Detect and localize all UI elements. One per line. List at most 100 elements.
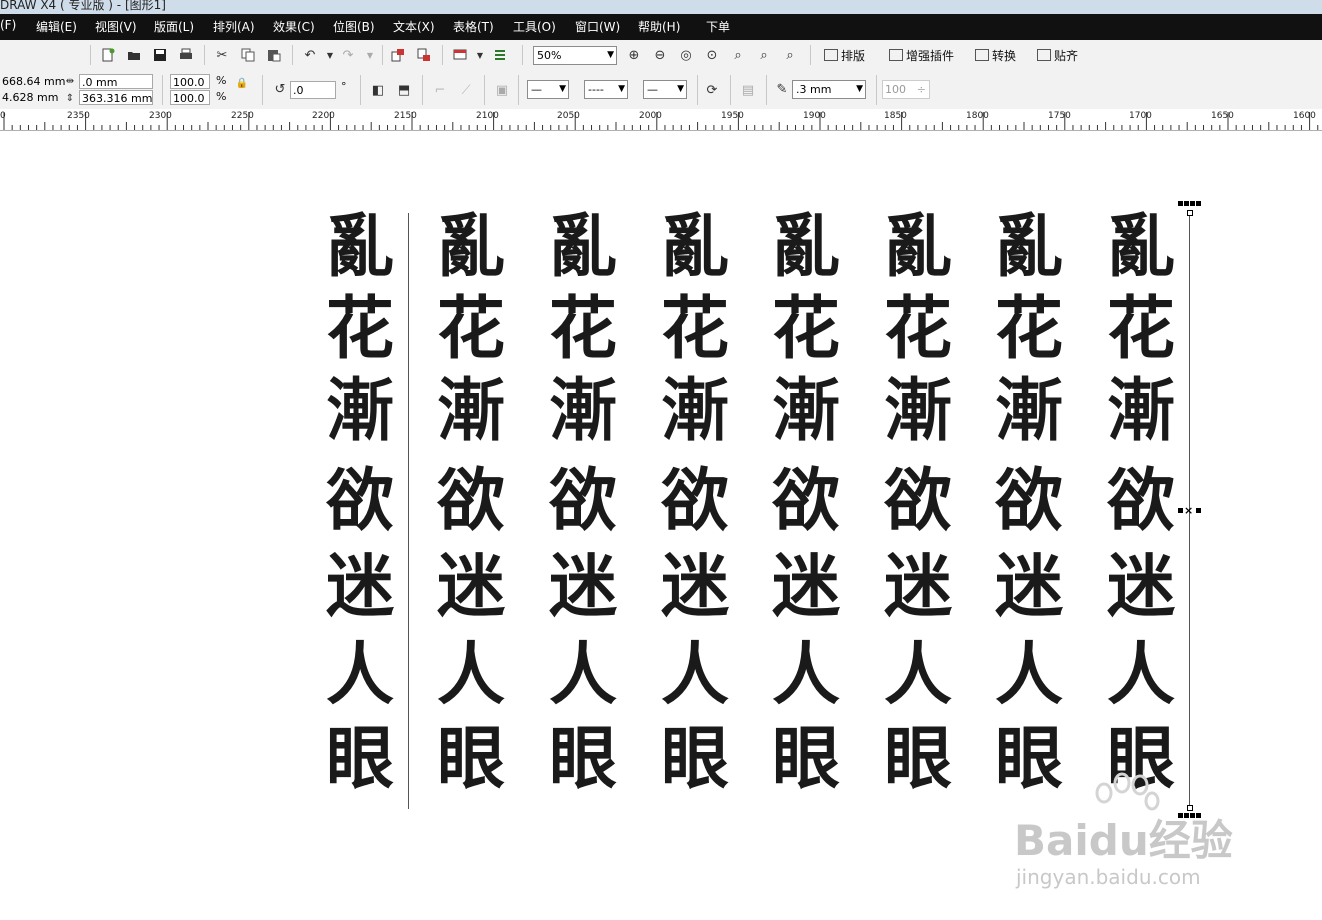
menu-view[interactable]: 视图(V) (95, 18, 137, 35)
plugin-button-layout[interactable]: 排版 (824, 47, 865, 64)
zoom-in-icon[interactable]: ⊕ (626, 47, 642, 63)
separator (204, 45, 205, 65)
vertical-line[interactable] (408, 213, 409, 809)
menu-window[interactable]: 窗口(W) (575, 18, 620, 35)
calligraphy-character: 迷 (994, 547, 1063, 627)
center-x-marker-icon[interactable]: × (1184, 504, 1193, 517)
calligraphy-character: 亂 (325, 207, 394, 287)
calligraphy-character: 漸 (1106, 371, 1175, 451)
zoom-all-objects-icon[interactable]: ⊙ (704, 47, 720, 63)
calligraphy-character: 迷 (771, 547, 840, 627)
menu-bitmaps[interactable]: 位图(B) (333, 18, 375, 35)
position-y-field[interactable]: 4.628 mm (0, 90, 58, 105)
undo-dropdown-icon[interactable]: ▼ (322, 47, 338, 63)
export-icon[interactable] (416, 47, 432, 63)
separator (162, 75, 163, 105)
new-document-icon[interactable] (100, 47, 116, 63)
scale-y-field[interactable]: 100.0 (170, 90, 210, 105)
selection-handle[interactable] (1196, 201, 1201, 206)
drawing-canvas[interactable]: 亂花漸欲迷人眼 亂花漸欲迷人眼 亂花漸欲迷人眼 亂花漸欲迷人眼 亂花漸欲迷人眼 亂花漸欲迷… (0, 131, 1322, 920)
line-endpoint-node[interactable] (1187, 210, 1193, 216)
connector-icon[interactable]: ⌐ (432, 82, 448, 98)
separator (876, 75, 877, 105)
welcome-screen-icon[interactable] (492, 47, 508, 63)
application-launcher-icon[interactable] (452, 47, 468, 63)
scale-x-field[interactable]: 100.0 (170, 74, 210, 89)
end-arrowhead-select[interactable]: — ▼ (643, 80, 687, 99)
selection-handle[interactable] (1178, 201, 1183, 206)
menu-tools[interactable]: 工具(O) (513, 18, 556, 35)
selection-handle[interactable] (1178, 508, 1183, 513)
calligraphy-character: 欲 (771, 461, 840, 541)
position-x-field[interactable]: 668.64 mm (0, 74, 65, 89)
calligraphy-character: 眼 (436, 719, 505, 799)
calligraphy-character: 亂 (883, 207, 952, 287)
menu-file[interactable]: (F) (0, 18, 16, 32)
calligraphy-character: 眼 (325, 719, 394, 799)
zoom-page-width-icon[interactable]: ⌕ (756, 47, 772, 63)
dash-preview: ---- (588, 83, 604, 96)
mirror-vertical-icon[interactable]: ⬒ (396, 82, 412, 98)
open-folder-icon[interactable] (126, 47, 142, 63)
redo-dropdown-icon[interactable]: ▼ (362, 47, 378, 63)
paste-icon[interactable] (266, 47, 282, 63)
calligraphy-character: 人 (994, 635, 1063, 715)
selection-handle[interactable] (1184, 201, 1189, 206)
to-front-icon[interactable]: ▤ (740, 82, 756, 98)
plugin-label: 排版 (841, 49, 866, 63)
zoom-page-height-icon[interactable]: ⌕ (782, 47, 798, 63)
ruler-label: 2300 (149, 111, 172, 121)
transparency-field[interactable]: 100 ÷ (882, 80, 930, 99)
undo-icon[interactable]: ↶ (302, 47, 318, 63)
object-height-field[interactable]: 363.316 mm (79, 90, 153, 105)
menu-effects[interactable]: 效果(C) (273, 18, 315, 35)
calligraphy-character: 欲 (325, 461, 394, 541)
launcher-dropdown-icon[interactable]: ▼ (472, 47, 488, 63)
menu-edit[interactable]: 编辑(E) (36, 18, 77, 35)
separator (810, 45, 811, 65)
convert-to-curves-icon[interactable]: ▣ (494, 82, 510, 98)
text-wrap-icon[interactable]: ⟳ (704, 82, 720, 98)
plugin-button-convert[interactable]: 转换 (975, 47, 1016, 64)
selection-handle[interactable] (1196, 508, 1201, 513)
menu-order[interactable]: 下单 (706, 18, 730, 35)
chevron-down-icon: ▼ (677, 84, 684, 94)
menu-arrange[interactable]: 排列(A) (213, 18, 255, 35)
print-icon[interactable] (178, 47, 194, 63)
zoom-selected-icon[interactable]: ◎ (678, 47, 694, 63)
rotation-icon: ↺ (274, 81, 286, 97)
calligraphy-character: 人 (771, 635, 840, 715)
menu-text[interactable]: 文本(X) (393, 18, 435, 35)
selection-handle[interactable] (1190, 201, 1195, 206)
copy-icon[interactable] (240, 47, 256, 63)
menu-layout[interactable]: 版面(L) (154, 18, 194, 35)
save-icon[interactable] (152, 47, 168, 63)
plugin-button-enhance[interactable]: 增强插件 (889, 47, 954, 64)
calligraphy-character: 花 (436, 289, 505, 369)
mirror-horizontal-icon[interactable]: ◧ (370, 82, 386, 98)
line-tool-icon[interactable]: ⟋ (458, 82, 474, 98)
menu-help[interactable]: 帮助(H) (638, 18, 680, 35)
outline-width-select[interactable]: .3 mm ▼ (792, 80, 866, 99)
start-arrowhead-select[interactable]: — ▼ (527, 80, 569, 99)
calligraphy-character: 亂 (771, 207, 840, 287)
menu-table[interactable]: 表格(T) (453, 18, 494, 35)
zoom-page-icon[interactable]: ⌕ (730, 47, 746, 63)
ruler-label: 2050 (557, 111, 580, 121)
calligraphy-character: 亂 (436, 207, 505, 287)
redo-icon[interactable]: ↷ (340, 47, 356, 63)
object-width-field[interactable]: .0 mm (79, 74, 153, 89)
rotation-angle-field[interactable]: .0 (290, 81, 336, 99)
horizontal-ruler[interactable]: 0 2350 2300 2250 2200 2150 2100 2050 200… (0, 109, 1322, 131)
cut-icon[interactable]: ✂ (214, 47, 230, 63)
plugin-button-snap[interactable]: 贴齐 (1037, 47, 1078, 64)
import-icon[interactable] (390, 47, 406, 63)
zoom-out-icon[interactable]: ⊖ (652, 47, 668, 63)
plugin-label: 贴齐 (1054, 49, 1079, 63)
line-style-select[interactable]: ---- ▼ (584, 80, 628, 99)
calligraphy-character: 漸 (994, 371, 1063, 451)
calligraphy-character: 欲 (548, 461, 617, 541)
zoom-level-select[interactable]: 50% ▼ (533, 46, 617, 65)
lock-ratio-icon[interactable]: 🔒 (234, 75, 250, 91)
ruler-label: 0 (0, 111, 6, 121)
